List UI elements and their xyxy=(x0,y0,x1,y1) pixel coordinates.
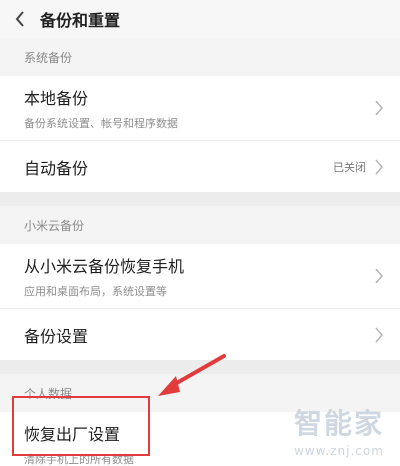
local-backup-subtitle: 备份系统设置、帐号和程序数据 xyxy=(24,117,178,130)
back-button[interactable] xyxy=(6,4,34,34)
section-label-cloud: 小米云备份 xyxy=(0,206,400,244)
red-arrow-annotation xyxy=(158,354,226,396)
auto-backup-status: 已关闭 xyxy=(333,160,366,174)
restore-from-cloud-title: 从小米云备份恢复手机 xyxy=(24,257,185,276)
section-divider xyxy=(0,192,400,206)
restore-from-cloud-subtitle: 应用和桌面布局，系统设置等 xyxy=(24,285,167,298)
cloud-backup-group: 从小米云备份恢复手机 应用和桌面布局，系统设置等 备份设置 xyxy=(0,244,400,360)
chevron-right-icon xyxy=(375,159,383,174)
chevron-right-icon xyxy=(375,268,383,284)
local-backup-item[interactable]: 本地备份 备份系统设置、帐号和程序数据 xyxy=(0,76,400,140)
auto-backup-title: 自动备份 xyxy=(24,158,89,178)
chevron-right-icon xyxy=(375,100,383,116)
chevron-right-icon xyxy=(375,327,383,342)
backup-settings-title: 备份设置 xyxy=(24,326,89,346)
local-backup-title: 本地备份 xyxy=(24,89,89,108)
page-title: 备份和重置 xyxy=(40,11,121,30)
section-label-system: 系统备份 xyxy=(0,38,400,76)
watermark: 智能家 www.znj.com xyxy=(294,402,384,458)
watermark-logo-text: 智能家 xyxy=(293,407,384,440)
auto-backup-item[interactable]: 自动备份 已关闭 xyxy=(0,140,400,192)
top-bar: 备份和重置 xyxy=(0,0,400,38)
chevron-left-icon xyxy=(15,11,24,27)
watermark-url: www.znj.com xyxy=(294,444,384,458)
restore-from-cloud-item[interactable]: 从小米云备份恢复手机 应用和桌面布局，系统设置等 xyxy=(0,244,400,308)
system-backup-group: 本地备份 备份系统设置、帐号和程序数据 自动备份 已关闭 xyxy=(0,76,400,192)
